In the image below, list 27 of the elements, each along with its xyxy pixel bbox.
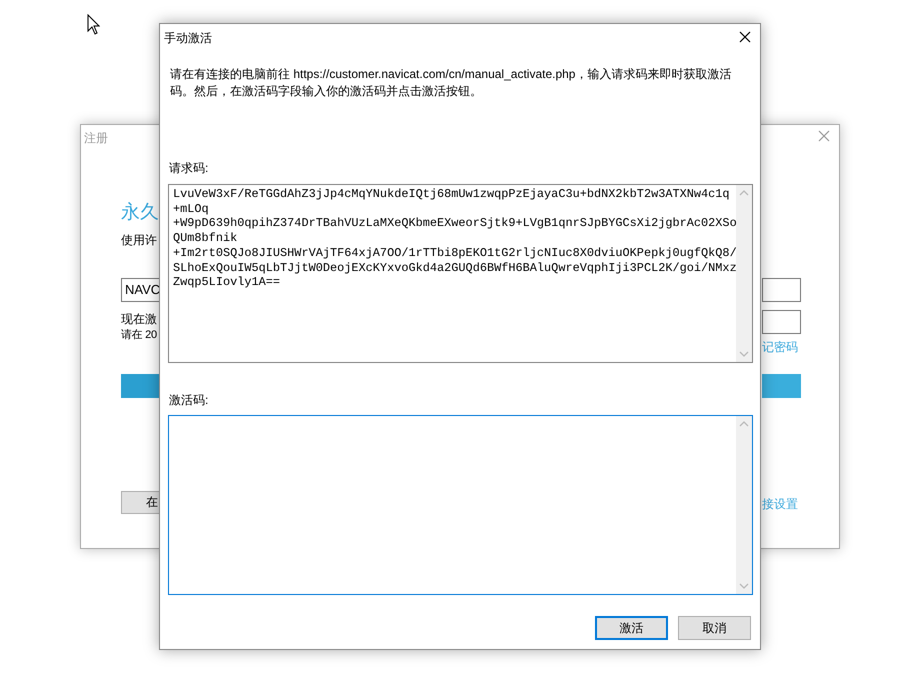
window-title: 注册 xyxy=(84,130,108,147)
dialog-button[interactable]: 取消 xyxy=(678,616,751,640)
window-title: 手动激活 xyxy=(164,30,212,47)
scroll-up-icon[interactable] xyxy=(739,420,749,428)
scrollbar[interactable] xyxy=(736,416,752,594)
scroll-down-icon[interactable] xyxy=(739,350,749,358)
request-code-field[interactable] xyxy=(168,184,753,363)
deadline-note: 请在 20 xyxy=(121,328,157,343)
license-heading: 永久 xyxy=(121,201,159,225)
activate-bar xyxy=(121,374,161,398)
online-button[interactable]: 在 xyxy=(121,491,161,514)
dialog-button[interactable]: 激活 xyxy=(595,616,668,640)
close-icon[interactable] xyxy=(738,30,752,44)
activation-note: 现在激 xyxy=(121,311,157,328)
subtitle-text: 使用许 xyxy=(121,232,157,249)
sign-in-bar xyxy=(762,374,801,398)
instructions-text: 请在有连接的电脑前往 https://customer.navicat.com/cn/manual_activate.php，输入请求码来即时获取激活码。然后，在激活码字段输入你的激活码并点击激活按钮。 xyxy=(170,66,732,100)
request-code-label: 请求码: xyxy=(169,160,208,177)
request-code-text: LvuVeW3xF/ReTGGdAhZ3jJp4cMqYNukdeIQtj68mUw1zwqpPzEjayaC3u+bdNX2kbT2w3ATXNw4c1q +mLOq +W9pD639h0qpihZ374DrTBahVUzLaMXeQKbmeEXweorSjtk9+LVgB1qnrSJpBYGCsXi2jgbrAc02XSo QUm8bfnik +Im2rt0SQJo8JIUSHWrVAjTF64xjA7OO/1rTTbi8pEKO1tG2rljcNIuc8X0dviuOKPepkj0ugfQkQ8/ SLhoExQouIW5qLbTJjtW0DeojEXcKYxvoGkd4a2GUQd6BWfH6BAluQwreVqphIji3PCL2K/goi/NMxz Zwqp5LIovly1A== xyxy=(173,187,738,290)
mouse-pointer-icon xyxy=(87,14,100,35)
activation-code-label: 激活码: xyxy=(169,392,208,409)
scroll-up-icon[interactable] xyxy=(739,189,749,197)
activation-code-field[interactable] xyxy=(168,415,753,595)
scroll-down-icon[interactable] xyxy=(739,582,749,590)
password-field[interactable] xyxy=(762,310,801,334)
scrollbar[interactable] xyxy=(736,185,752,362)
email-field[interactable] xyxy=(762,278,801,302)
